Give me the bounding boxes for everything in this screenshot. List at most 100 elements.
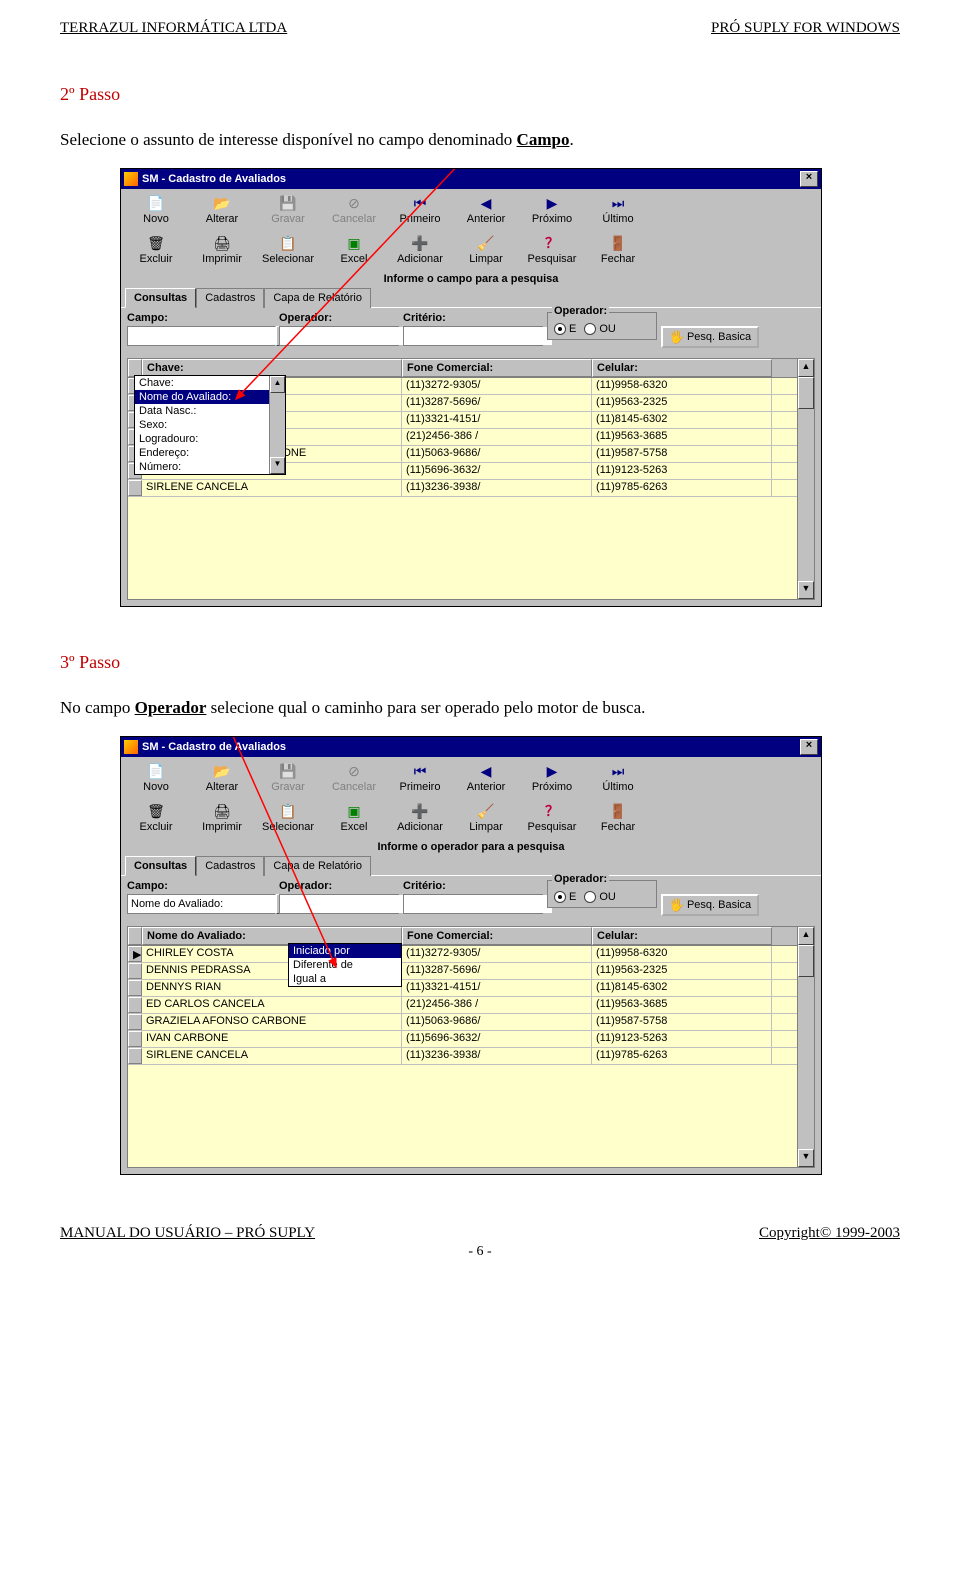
radio-e[interactable]: E [554,323,576,335]
tab-capa-relatorio[interactable]: Capa de Relatório [264,856,371,876]
campo-combo[interactable]: ▼ [127,894,275,914]
campo-input[interactable] [128,327,276,345]
col-celular[interactable]: Celular: [592,927,772,945]
radio-e[interactable]: E [554,891,576,903]
dropdown-item[interactable]: Iniciado por [289,944,401,958]
titlebar: SM - Cadastro de Avaliados × [121,169,821,189]
tab-cadastros[interactable]: Cadastros [196,288,264,308]
gravar-icon [278,762,298,780]
tool-label: Excel [341,253,368,265]
tool-próximo[interactable]: Próximo [519,192,585,227]
tabs: Consultas Cadastros Capa de Relatório [121,287,821,307]
excel-icon [344,234,364,252]
tool-imprimir[interactable]: Imprimir [189,232,255,267]
tool-novo[interactable]: Novo [123,760,189,795]
cell-fone: (11)3287-5696/ [402,963,592,979]
grid-scrollbar[interactable]: ▲ ▼ [797,927,814,1167]
tool-excluir[interactable]: Excluir [123,800,189,835]
tool-anterior[interactable]: Anterior [453,192,519,227]
tool-alterar[interactable]: Alterar [189,192,255,227]
dropdown-item[interactable]: Endereço: [135,446,285,460]
cell-cel: (11)9958-6320 [592,946,772,962]
table-row[interactable]: IVAN CARBONE(11)5696-3632/(11)9123-5263 [128,1031,814,1048]
tool-limpar[interactable]: Limpar [453,232,519,267]
dropdown-item[interactable]: Logradouro: [135,432,285,446]
campo-input[interactable] [128,895,276,913]
table-row[interactable]: DENNYS RIAN(11)3321-4151/(11)8145-6302 [128,980,814,997]
tab-capa-relatorio[interactable]: Capa de Relatório [264,288,371,308]
table-row[interactable]: SIRLENE CANCELA(11)3236-3938/(11)9785-62… [128,1048,814,1065]
criterio-combo[interactable] [403,894,543,914]
label-operador: Operador: [279,880,399,892]
radio-ou[interactable]: OU [584,891,616,903]
tool-label: Excluir [139,253,172,265]
tool-adicionar[interactable]: Adicionar [387,232,453,267]
tool-pesquisar[interactable]: Pesquisar [519,232,585,267]
tool-label: Selecionar [262,821,314,833]
tool-alterar[interactable]: Alterar [189,760,255,795]
tool-excluir[interactable]: Excluir [123,232,189,267]
campo-combo[interactable]: ▼ [127,326,275,346]
criterio-combo[interactable] [403,326,543,346]
tool-limpar[interactable]: Limpar [453,800,519,835]
tab-consultas[interactable]: Consultas [125,856,196,876]
tool-fechar[interactable]: Fechar [585,800,651,835]
tool-label: Novo [143,213,169,225]
operador-dropdown-list[interactable]: Iniciado porDiferente deIgual a [288,943,402,987]
cell-cel: (11)9563-2325 [592,963,772,979]
tool-anterior[interactable]: Anterior [453,760,519,795]
tool-label: Pesquisar [528,253,577,265]
proximo-icon [542,762,562,780]
tool-label: Próximo [532,213,572,225]
tool-selecionar[interactable]: Selecionar [255,232,321,267]
tool-imprimir[interactable]: Imprimir [189,800,255,835]
dropdown-item[interactable]: Nome do Avaliado: [135,390,285,404]
adicionar-icon [410,802,430,820]
criterio-input[interactable] [404,327,552,345]
close-icon[interactable]: × [800,171,818,187]
operador-combo[interactable]: ▼ [279,894,399,914]
tool-excel[interactable]: Excel [321,232,387,267]
dropdown-item[interactable]: Data Nasc.: [135,404,285,418]
tool-último[interactable]: Último [585,760,651,795]
campo-dropdown-list[interactable]: ▲▼ Chave:Nome do Avaliado:Data Nasc.:Sex… [134,375,286,475]
dropdown-item[interactable]: Número: [135,460,285,474]
table-row[interactable]: GRAZIELA AFONSO CARBONE(11)5063-9686/(11… [128,1014,814,1031]
tool-primeiro[interactable]: Primeiro [387,760,453,795]
col-fone[interactable]: Fone Comercial: [402,927,592,945]
tool-adicionar[interactable]: Adicionar [387,800,453,835]
tool-primeiro[interactable]: Primeiro [387,192,453,227]
col-fone[interactable]: Fone Comercial: [402,359,592,377]
cell-cel: (11)9123-5263 [592,463,772,479]
table-row[interactable]: SIRLENE CANCELA(11)3236-3938/(11)9785-62… [128,480,814,497]
tool-fechar[interactable]: Fechar [585,232,651,267]
radio-ou[interactable]: OU [584,323,616,335]
tab-consultas[interactable]: Consultas [125,288,196,308]
primeiro-icon [410,194,430,212]
close-icon[interactable]: × [800,739,818,755]
tab-cadastros[interactable]: Cadastros [196,856,264,876]
table-row[interactable]: DENNIS PEDRASSA(11)3287-5696/(11)9563-23… [128,963,814,980]
col-celular[interactable]: Celular: [592,359,772,377]
criterio-input[interactable] [404,895,552,913]
tool-excel[interactable]: Excel [321,800,387,835]
dropdown-item[interactable]: Chave: [135,376,285,390]
toolbar-row-2: ExcluirImprimir Selecionar ExcelAdicionarL… [121,797,821,837]
tool-pesquisar[interactable]: Pesquisar [519,800,585,835]
header-right: PRÓ SUPLY FOR WINDOWS [711,20,900,37]
pesq-basica-button[interactable]: Pesq. Basica [661,894,759,916]
dropdown-item[interactable]: Diferente de [289,958,401,972]
tool-selecionar[interactable]: Selecionar [255,800,321,835]
cell-cel: (11)9785-6263 [592,1048,772,1064]
pesq-basica-button[interactable]: Pesq. Basica [661,326,759,348]
app-icon [124,740,138,754]
table-row[interactable]: ED CARLOS CANCELA(21)2456-386 /(11)9563-… [128,997,814,1014]
dropdown-item[interactable]: Igual a [289,972,401,986]
dropdown-item[interactable]: Sexo: [135,418,285,432]
tool-novo[interactable]: Novo [123,192,189,227]
operador-combo[interactable]: ▼ [279,326,399,346]
tool-próximo[interactable]: Próximo [519,760,585,795]
table-row[interactable]: ▶CHIRLEY COSTA(11)3272-9305/(11)9958-632… [128,946,814,963]
grid-scrollbar[interactable]: ▲ ▼ [797,359,814,599]
tool-último[interactable]: Último [585,192,651,227]
